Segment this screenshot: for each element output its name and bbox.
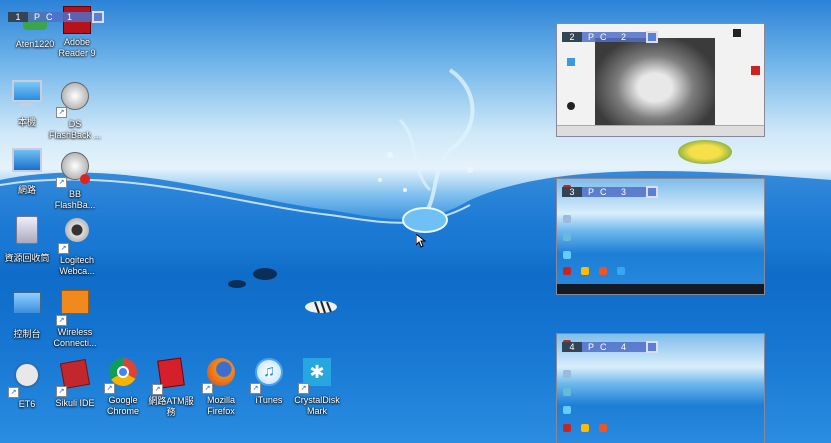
recycle-bin-icon: [10, 216, 44, 250]
flashback-player-icon: ↗: [56, 152, 92, 188]
desktop-icon-crystaldiskmark[interactable]: ✱ ↗ CrystalDisk Mark: [282, 356, 352, 417]
app-icon: [617, 267, 625, 275]
app-icon: [599, 267, 607, 275]
et6-icon: ↗: [8, 362, 44, 398]
desktop: Aten1220 Adobe Reader 9 本機 ↗ DS FlashBac…: [0, 0, 831, 443]
app-icon: [563, 406, 571, 414]
network-icon: [10, 148, 44, 182]
itunes-icon: ♫ ↗: [250, 358, 286, 394]
firefox-icon: ↗: [202, 358, 238, 394]
app-icon: [563, 251, 571, 259]
control-panel-icon: [10, 292, 44, 326]
app-icon: [563, 215, 571, 223]
screen-select-icon[interactable]: [92, 11, 104, 23]
desktop-icon-logitech-webcam[interactable]: ↗ Logitech Webca...: [42, 216, 112, 277]
computer-icon: [10, 80, 44, 114]
dlink-wireless-icon: ↗: [56, 290, 92, 326]
app-icon: [733, 29, 741, 37]
app-icon: [581, 267, 589, 275]
fish-graphic: [228, 268, 337, 314]
desktop-icon-ds-flashback[interactable]: ↗ DS FlashBack ...: [40, 80, 110, 141]
pc-label-1: 1 PC 1: [8, 11, 104, 23]
desktop-icon-bb-flashback[interactable]: ↗ BB FlashBa...: [40, 150, 110, 211]
app-icon: [751, 66, 760, 75]
screen-select-icon[interactable]: [646, 186, 658, 198]
app-icon: [563, 267, 571, 275]
sikuli-icon: ↗: [56, 358, 92, 397]
folder-icon: [567, 58, 575, 66]
mouse-cursor-icon: [416, 234, 426, 248]
chrome-icon: ↗: [104, 358, 140, 394]
app-icon: [563, 233, 571, 241]
pc-label-4: 4 PC 4: [562, 341, 658, 353]
dock-bar: [557, 125, 764, 136]
app-icon: [563, 388, 571, 396]
app-icon: [599, 424, 607, 432]
crystaldiskmark-icon: ✱ ↗: [298, 358, 334, 394]
pc-label-2: 2 PC 2: [562, 31, 658, 43]
yellow-fish-graphic: [678, 140, 732, 164]
app-icon: [563, 424, 571, 432]
app-icon: [567, 102, 575, 110]
atm-icon: ↗: [152, 357, 188, 395]
flashback-icon: ↗: [56, 82, 92, 118]
screen-select-icon[interactable]: [646, 31, 658, 43]
water-splash-graphic: [378, 68, 475, 233]
screen-select-icon[interactable]: [646, 341, 658, 353]
pc-label-3: 3 PC 3: [562, 186, 658, 198]
app-icon: [563, 370, 571, 378]
webcam-icon: ↗: [58, 218, 94, 254]
snow-leopard-wallpaper: [595, 38, 715, 128]
desktop-icon-wireless-connection[interactable]: ↗ Wireless Connecti...: [40, 288, 110, 349]
taskbar: [557, 284, 764, 294]
app-icon: [581, 424, 589, 432]
